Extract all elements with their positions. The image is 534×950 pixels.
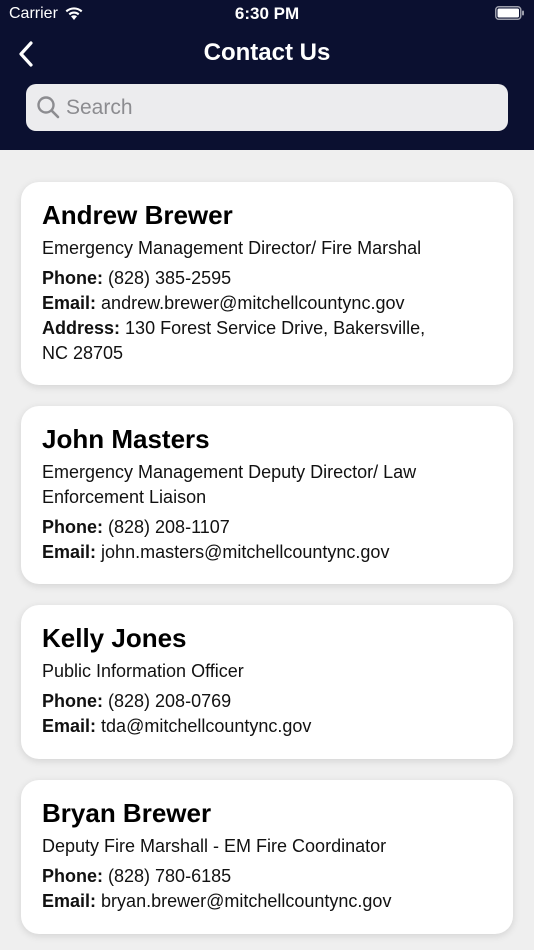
email-label: Email: bbox=[42, 891, 97, 911]
contact-role: Emergency Management Director/ Fire Mars… bbox=[42, 238, 422, 258]
phone-label: Phone: bbox=[42, 517, 103, 537]
address-label: Address: bbox=[42, 318, 121, 338]
contact-name: Andrew Brewer bbox=[42, 200, 233, 230]
chevron-left-icon bbox=[19, 41, 33, 67]
phone-label: Phone: bbox=[42, 268, 103, 288]
contact-email[interactable]: bryan.brewer@mitchellcountync.gov bbox=[101, 891, 391, 911]
email-label: Email: bbox=[42, 716, 97, 736]
search-input[interactable] bbox=[66, 84, 496, 131]
contact-phone[interactable]: (828) 780-6185 bbox=[108, 866, 231, 886]
contact-phone-row: Phone: (828) 208-1107 bbox=[42, 515, 492, 540]
phone-label: Phone: bbox=[42, 866, 103, 886]
contact-card[interactable]: Andrew Brewer Emergency Management Direc… bbox=[21, 182, 513, 385]
contact-email-row: Email: andrew.brewer@mitchellcountync.go… bbox=[42, 291, 492, 316]
contact-email[interactable]: andrew.brewer@mitchellcountync.gov bbox=[101, 293, 404, 313]
email-label: Email: bbox=[42, 293, 97, 313]
phone-label: Phone: bbox=[42, 691, 103, 711]
contact-role: Deputy Fire Marshall - EM Fire Coordinat… bbox=[42, 836, 387, 856]
contact-email[interactable]: tda@mitchellcountync.gov bbox=[101, 716, 311, 736]
contact-email-row: Email: john.masters@mitchellcountync.gov bbox=[42, 540, 492, 565]
contact-phone[interactable]: (828) 385-2595 bbox=[108, 268, 231, 288]
contact-phone[interactable]: (828) 208-0769 bbox=[108, 691, 231, 711]
status-time: 6:30 PM bbox=[234, 4, 300, 23]
search-icon bbox=[37, 96, 60, 119]
contact-phone-row: Phone: (828) 385-2595 bbox=[42, 266, 492, 291]
contact-card[interactable]: Kelly Jones Public Information Officer P… bbox=[21, 605, 513, 759]
contact-role: Public Information Officer bbox=[42, 661, 244, 681]
contact-email-row: Email: tda@mitchellcountync.gov bbox=[42, 714, 492, 739]
contact-email-row: Email: bryan.brewer@mitchellcountync.gov bbox=[42, 889, 492, 914]
contact-name: Kelly Jones bbox=[42, 623, 187, 653]
contact-role: Emergency Management Deputy Director/ La… bbox=[42, 462, 417, 507]
contact-phone[interactable]: (828) 208-1107 bbox=[108, 517, 230, 537]
battery-icon bbox=[495, 6, 524, 20]
contact-card[interactable]: Bryan Brewer Deputy Fire Marshall - EM F… bbox=[21, 780, 513, 934]
contact-email[interactable]: john.masters@mitchellcountync.gov bbox=[101, 542, 389, 562]
email-label: Email: bbox=[42, 542, 97, 562]
navigation-bar: Contact Us bbox=[0, 30, 534, 76]
header: Carrier 6:30 PM Contact Us bbox=[0, 0, 534, 150]
page-title: Contact Us bbox=[203, 39, 331, 66]
status-bar: Carrier 6:30 PM bbox=[0, 0, 534, 28]
contact-name: Bryan Brewer bbox=[42, 798, 212, 828]
search-bar bbox=[26, 84, 508, 131]
contact-name: John Masters bbox=[42, 424, 210, 454]
back-button[interactable] bbox=[8, 36, 44, 72]
contact-phone-row: Phone: (828) 780-6185 bbox=[42, 864, 492, 889]
contact-address-row: Address: 130 Forest Service Drive, Baker… bbox=[42, 316, 442, 366]
contact-phone-row: Phone: (828) 208-0769 bbox=[42, 689, 492, 714]
contact-card[interactable]: John Masters Emergency Management Deputy… bbox=[21, 406, 513, 584]
